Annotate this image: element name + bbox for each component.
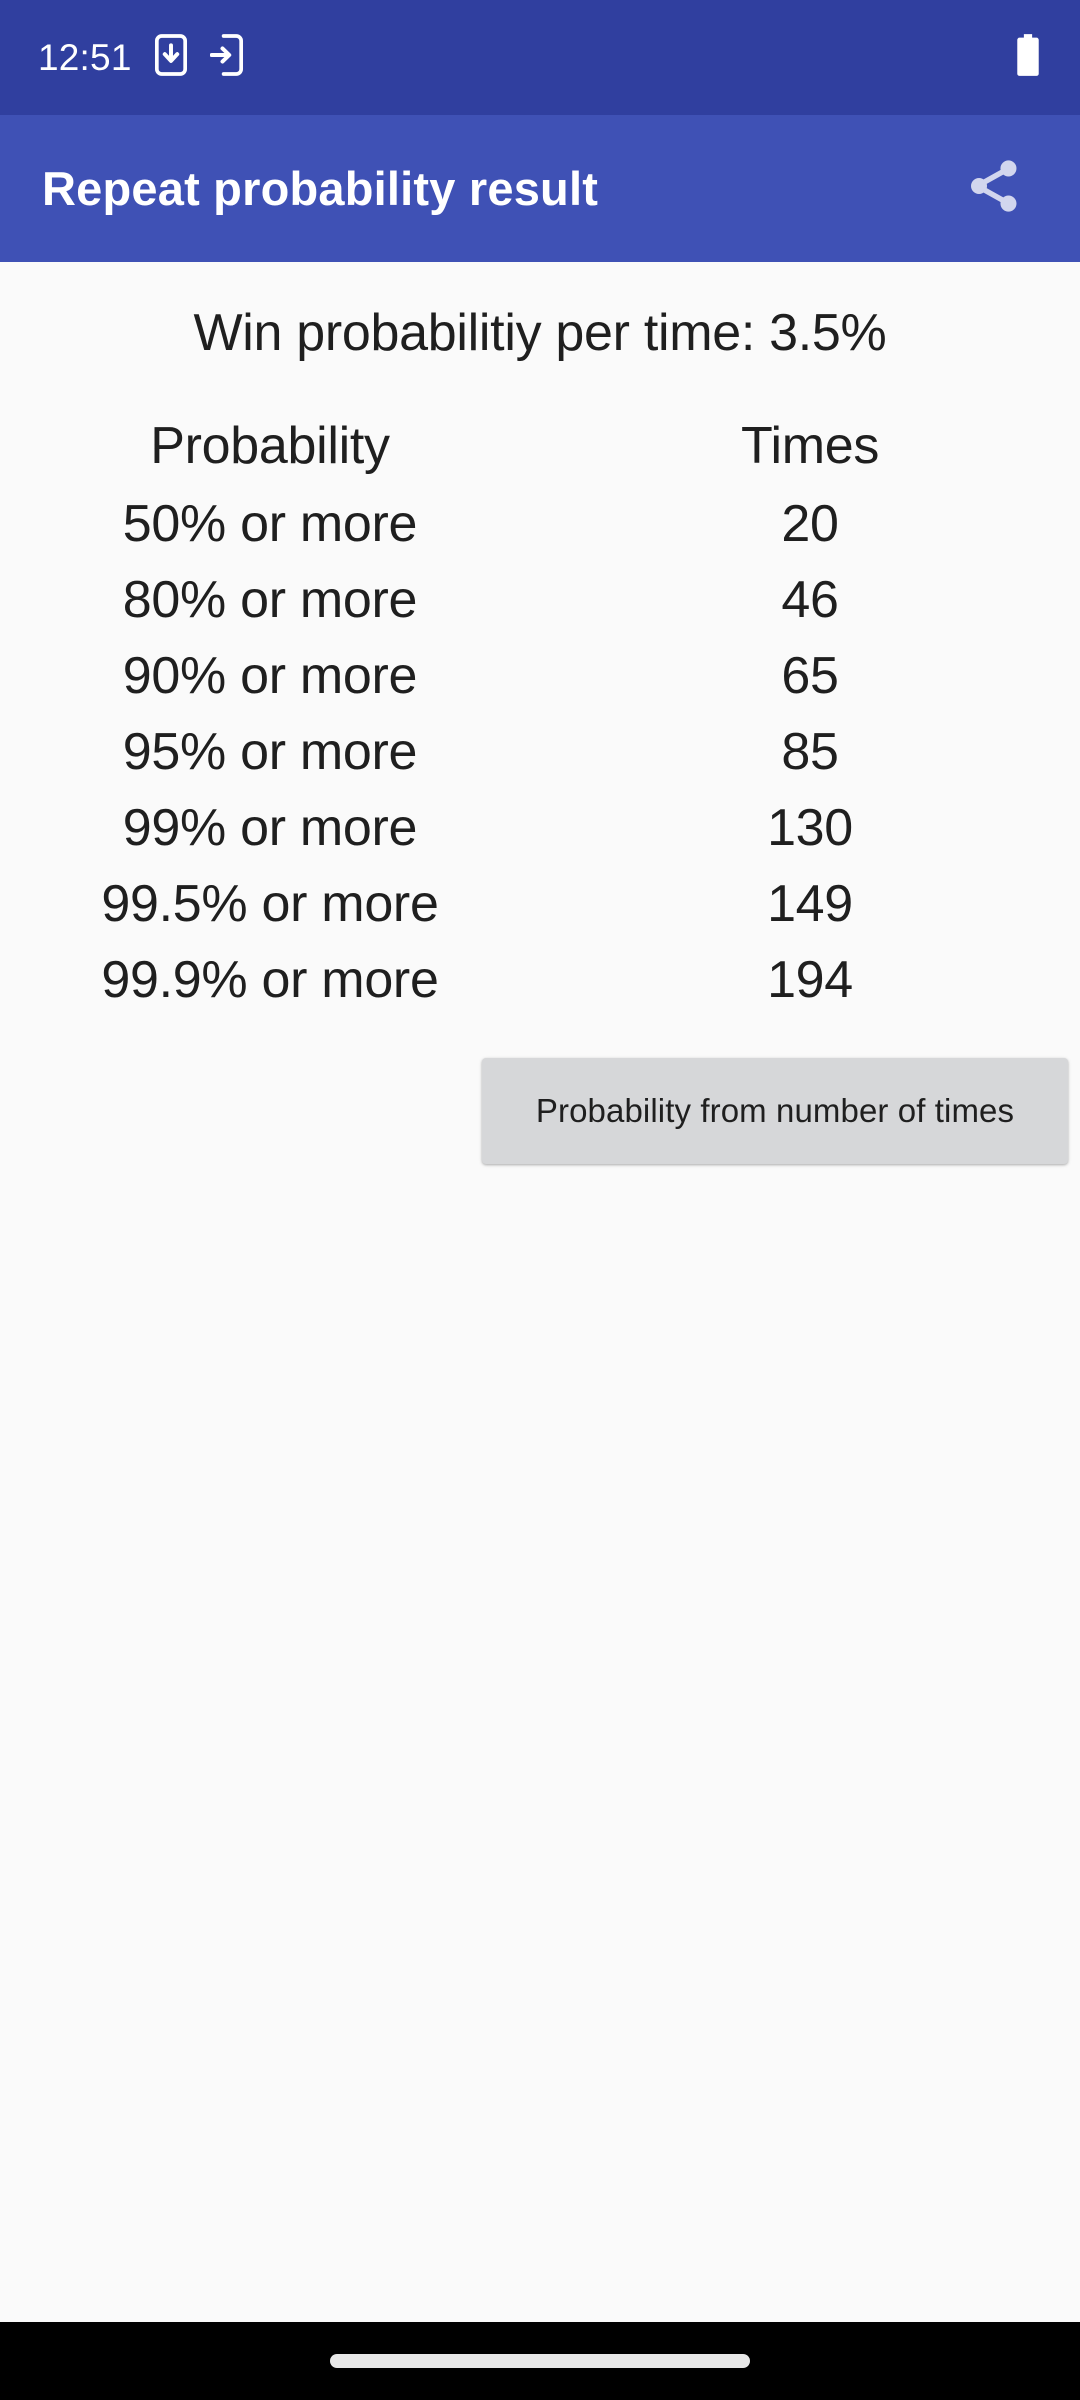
table-head: Probability Times	[0, 410, 1080, 486]
column-header-times: Times	[740, 416, 880, 475]
table-header-row: Probability Times	[0, 410, 1080, 486]
table-row: 80% or more 46	[0, 562, 1080, 638]
cell-probability: 90% or more	[122, 646, 418, 705]
table-row: 99.5% or more 149	[0, 866, 1080, 942]
probability-from-times-button[interactable]: Probability from number of times	[482, 1057, 1068, 1164]
table-row: 50% or more 20	[0, 486, 1080, 562]
table-row: 99.9% or more 194	[0, 942, 1080, 1018]
app-bar-actions	[952, 147, 1036, 231]
share-icon	[963, 155, 1025, 222]
content-area: Win probabilitiy per time: 3.5% Probabil…	[0, 262, 1080, 2322]
phone-cast-in-icon	[209, 33, 244, 82]
page-title: Repeat probability result	[42, 162, 599, 215]
app-bar: Repeat probability result	[0, 115, 1080, 262]
cell-probability: 80% or more	[122, 570, 418, 629]
battery-full-icon	[1014, 33, 1042, 82]
status-bar-clock: 12:51	[38, 37, 132, 78]
cell-probability: 99% or more	[122, 798, 418, 857]
share-button[interactable]	[952, 147, 1036, 231]
probability-table: Probability Times 50% or more 20 80% or …	[0, 410, 1080, 1018]
action-row: Probability from number of times	[0, 1057, 1080, 1164]
cell-times: 85	[781, 722, 839, 781]
system-navigation-bar	[0, 2322, 1080, 2400]
cell-times: 46	[781, 570, 839, 629]
table-body: 50% or more 20 80% or more 46 90% or mor…	[0, 486, 1080, 1018]
column-header-probability: Probability	[150, 416, 390, 475]
phone-download-icon	[154, 33, 188, 82]
cell-times: 65	[781, 646, 839, 705]
status-bar-left: 12:51	[38, 33, 244, 82]
cell-probability: 99.9% or more	[101, 950, 439, 1009]
table-row: 99% or more 130	[0, 790, 1080, 866]
cell-probability: 50% or more	[122, 494, 418, 553]
cell-times: 149	[767, 874, 853, 933]
cell-probability: 95% or more	[122, 722, 418, 781]
cell-probability: 99.5% or more	[101, 874, 439, 933]
cell-times: 194	[767, 950, 853, 1009]
cell-times: 20	[781, 494, 839, 553]
win-probability-headline: Win probabilitiy per time: 3.5%	[193, 304, 887, 362]
app-screen: 12:51 Repeat probability result Win prob…	[0, 0, 1080, 2400]
cell-times: 130	[767, 798, 853, 857]
gesture-home-pill[interactable]	[330, 2354, 750, 2368]
table-row: 90% or more 65	[0, 638, 1080, 714]
status-bar-right	[1014, 33, 1042, 82]
status-bar: 12:51	[0, 0, 1080, 115]
table-row: 95% or more 85	[0, 714, 1080, 790]
